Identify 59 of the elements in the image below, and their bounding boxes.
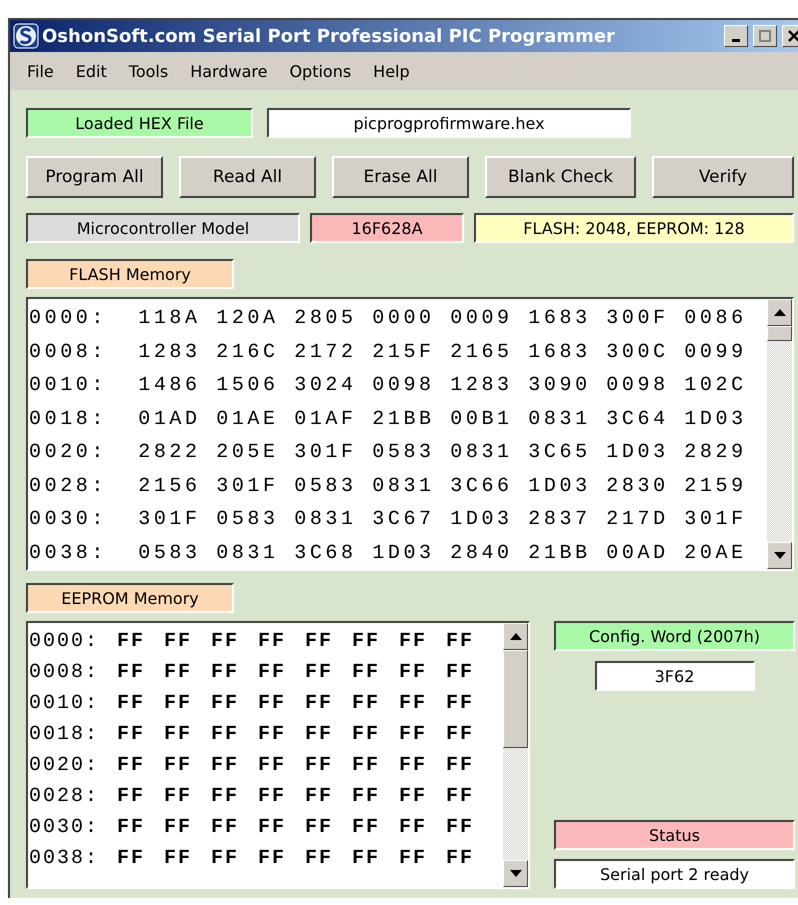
minimize-button[interactable] bbox=[724, 25, 748, 47]
menu-item[interactable]: Options bbox=[280, 62, 360, 80]
maximize-button[interactable] bbox=[753, 25, 777, 47]
status-field: Serial port 2 ready bbox=[554, 859, 795, 889]
config-word-field[interactable]: 3F62 bbox=[594, 661, 754, 691]
eeprom-memory-list[interactable] bbox=[26, 621, 530, 889]
menu-item[interactable]: Help bbox=[364, 62, 419, 80]
flash-memory-row-text: 0020: 2822 205E 301F 0583 0831 3C65 1D03 2829 bbox=[29, 440, 748, 466]
memory-info: FLASH: 2048, EEPROM: 128 bbox=[474, 213, 794, 243]
action-button[interactable]: Erase All bbox=[332, 156, 469, 198]
scroll-thumb[interactable] bbox=[767, 326, 792, 341]
app-logo-icon bbox=[13, 23, 39, 49]
eeprom-memory-row-text: 0038: FF FF FF FF FF FF FF FF bbox=[29, 846, 476, 872]
minimize-icon bbox=[732, 38, 740, 42]
eeprom-memory-label: EEPROM Memory bbox=[26, 583, 234, 613]
eeprom-memory-row-text: 0000: FF FF FF FF FF FF FF FF bbox=[29, 629, 476, 655]
flash-memory-row-text: 0010: 1486 1506 3024 0098 1283 3090 0098 102C bbox=[29, 373, 748, 399]
eeprom-memory-row-text: 0010: FF FF FF FF FF FF FF FF bbox=[29, 691, 476, 717]
scrollbar[interactable] bbox=[767, 299, 792, 569]
scroll-up-arrow-icon bbox=[510, 633, 522, 640]
close-icon bbox=[788, 30, 798, 42]
flash-memory-row-text: 0008: 1283 216C 2172 215F 2165 1683 300C 0099 bbox=[29, 340, 748, 366]
window-title: OshonSoft.com Serial Port Professional PIC Programmer bbox=[42, 26, 616, 46]
flash-memory-row-text: 0018: 01AD 01AE 01AF 21BB 00B1 0831 3C64 1D03 bbox=[29, 406, 748, 432]
eeprom-memory-row-text: 0018: FF FF FF FF FF FF FF FF bbox=[29, 722, 476, 748]
flash-memory-list[interactable] bbox=[26, 297, 794, 571]
action-button[interactable]: Read All bbox=[179, 156, 316, 198]
eeprom-memory-row-text: 0008: FF FF FF FF FF FF FF FF bbox=[29, 660, 476, 686]
scroll-down-button[interactable] bbox=[503, 860, 528, 887]
scroll-up-button[interactable] bbox=[767, 299, 792, 326]
menu-item[interactable]: Tools bbox=[120, 62, 178, 80]
model-value: 16F628A bbox=[310, 213, 464, 243]
flash-memory-label: FLASH Memory bbox=[26, 259, 234, 289]
status-label: Status bbox=[554, 820, 795, 850]
menu-item[interactable]: Edit bbox=[66, 62, 116, 80]
maximize-icon bbox=[759, 30, 771, 42]
eeprom-memory-row-text: 0020: FF FF FF FF FF FF FF FF bbox=[29, 753, 476, 779]
scroll-thumb[interactable] bbox=[503, 650, 528, 748]
eeprom-memory-row-text: 0030: FF FF FF FF FF FF FF FF bbox=[29, 815, 476, 841]
action-button[interactable]: Blank Check bbox=[485, 156, 636, 198]
scroll-up-button[interactable] bbox=[503, 623, 528, 650]
action-button[interactable]: Verify bbox=[652, 156, 794, 198]
hex-file-field[interactable]: picprogprofirmware.hex bbox=[267, 108, 631, 138]
flash-memory-row-text: 0030: 301F 0583 0831 3C67 1D03 2837 217D 301F bbox=[29, 507, 748, 533]
eeprom-memory-row-text: 0028: FF FF FF FF FF FF FF FF bbox=[29, 784, 476, 810]
hex-file-label: Loaded HEX File bbox=[26, 108, 253, 138]
action-button[interactable]: Program All bbox=[26, 156, 163, 198]
scroll-down-arrow-icon bbox=[510, 870, 522, 877]
scroll-up-arrow-icon bbox=[774, 309, 786, 316]
scroll-down-arrow-icon bbox=[774, 552, 786, 559]
scroll-down-button[interactable] bbox=[767, 542, 792, 569]
config-word-label: Config. Word (2007h) bbox=[554, 621, 795, 651]
model-label: Microcontroller Model bbox=[26, 213, 300, 243]
flash-memory-row-text: 0028: 2156 301F 0583 0831 3C66 1D03 2830 2159 bbox=[29, 474, 748, 500]
flash-memory-row-text: 0000: 118A 120A 2805 0000 0009 1683 300F 0086 bbox=[29, 306, 748, 332]
menu-item[interactable]: File bbox=[18, 62, 63, 80]
menu-item[interactable]: Hardware bbox=[181, 62, 276, 80]
flash-memory-row-text: 0038: 0583 0831 3C68 1D03 2840 21BB 00AD 20AE bbox=[29, 540, 748, 566]
scrollbar[interactable] bbox=[503, 623, 528, 887]
